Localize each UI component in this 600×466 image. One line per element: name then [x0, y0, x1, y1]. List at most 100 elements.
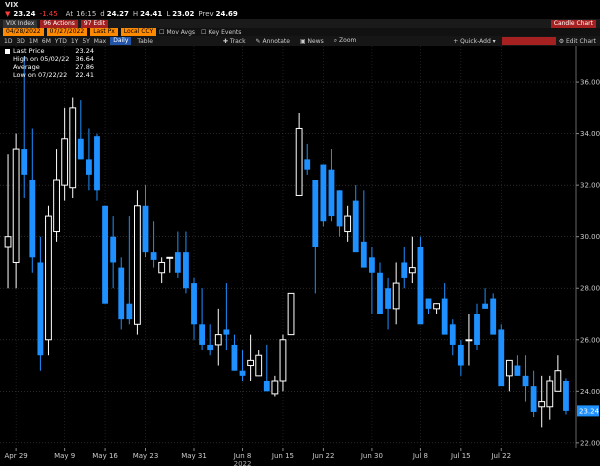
candle-body — [247, 359, 255, 367]
year-label: 2022 — [234, 460, 252, 466]
quote-header: VIX — [0, 0, 600, 9]
candle-body — [490, 298, 497, 335]
candle-body — [134, 205, 141, 325]
period-max[interactable]: Max — [94, 38, 106, 45]
chart-legend: Last Price 23.24 High on 05/02/22 36.64 … — [5, 47, 94, 79]
candle-body — [441, 298, 448, 335]
candle-body — [312, 180, 319, 247]
period-1m[interactable]: 1M — [29, 38, 38, 45]
start-date-input[interactable]: 04/28/2022 — [3, 28, 44, 36]
candle-body — [425, 298, 432, 309]
candle-body — [554, 370, 562, 392]
candle-body — [255, 354, 263, 377]
candle-body — [174, 252, 181, 273]
candle-body — [505, 359, 513, 377]
legend-value: 27.86 — [75, 63, 94, 71]
candle-body — [53, 179, 60, 233]
x-tick-label: Jun 22 — [311, 452, 334, 460]
period-ytd[interactable]: YTD — [55, 38, 67, 45]
candle-body — [37, 262, 44, 356]
candle-chart[interactable]: 22.00 24.00 26.00 28.00 30.00 32.00 34.00 36.00… — [0, 46, 600, 466]
x-tick-label: Jul 8 — [412, 452, 428, 460]
candle-body — [287, 292, 295, 336]
quote-time: 16:15 — [76, 10, 97, 18]
candle-body — [77, 138, 84, 160]
candle-body — [563, 381, 569, 411]
zoom-tool[interactable]: ⌕ Zoom — [334, 37, 357, 45]
x-tick-label: Jun 30 — [360, 452, 383, 460]
candle-body — [377, 272, 383, 314]
candle-body — [530, 386, 537, 412]
candle-body — [385, 288, 391, 309]
period-1y[interactable]: 1Y — [71, 38, 78, 45]
candle-body — [304, 159, 311, 170]
period-3d[interactable]: 3D — [16, 38, 24, 45]
period-daily[interactable]: Daily — [110, 37, 132, 45]
legend-swatch — [5, 57, 10, 62]
candle-body — [231, 344, 238, 371]
low-value: 23.02 — [172, 10, 195, 18]
candle-body — [279, 339, 287, 382]
quick-add-button[interactable]: + Quick-Add ▾ — [453, 38, 495, 45]
table-toggle[interactable]: Table — [137, 38, 153, 45]
candle-body — [546, 380, 554, 408]
candle-body — [207, 344, 214, 351]
high-value: 24.41 — [140, 10, 163, 18]
candle-body — [118, 267, 125, 320]
field-select[interactable]: Last Px — [90, 28, 118, 36]
period-5y[interactable]: 5Y — [82, 38, 89, 45]
candle-body — [45, 215, 52, 341]
actions-menu[interactable]: 96 Actions — [40, 19, 78, 28]
candle-body — [368, 257, 375, 273]
annotate-tool[interactable]: ✎ Annotate — [256, 38, 290, 45]
candle-body — [401, 262, 408, 278]
security-field[interactable]: VIX Index — [3, 19, 38, 28]
legend-label: High on 05/02/22 — [13, 55, 70, 63]
candle-body — [474, 314, 480, 345]
currency-select[interactable]: Local CCY — [120, 28, 157, 36]
y-tick-label: 34.00 — [580, 130, 600, 138]
candle-body — [344, 215, 352, 233]
period-6m[interactable]: 6M — [42, 38, 51, 45]
direction-icon: ▼ — [5, 10, 11, 18]
candle-body — [85, 159, 92, 175]
candle-body — [522, 375, 529, 387]
legend-label: Last Price — [13, 47, 45, 55]
ticker: VIX — [5, 0, 19, 9]
end-date-input[interactable]: 07/27/2022 — [46, 28, 88, 36]
x-tick-label: Jul 22 — [490, 452, 511, 460]
edit-menu[interactable]: 97 Edit — [80, 19, 109, 28]
open-label: d — [100, 10, 105, 18]
candle-body — [110, 236, 117, 263]
track-tool[interactable]: ✚ Track — [223, 38, 246, 45]
open-value: 24.27 — [106, 10, 129, 18]
legend-swatch — [5, 73, 10, 78]
candle-body — [271, 380, 279, 395]
candle-body — [126, 303, 133, 320]
candle-body — [482, 303, 489, 309]
candle-body — [295, 127, 303, 196]
news-tool[interactable]: ▣ News — [300, 38, 324, 45]
y-tick-label: 24.00 — [580, 388, 600, 396]
candle-body — [166, 256, 174, 259]
last-price-marker-label: 23.24 — [579, 407, 600, 415]
period-1d[interactable]: 1D — [4, 38, 12, 45]
net-change: -1.45 — [39, 10, 58, 18]
key-events-toggle[interactable]: ☐ Key Events — [201, 29, 241, 36]
x-tick-label: May 9 — [54, 452, 75, 460]
x-tick-label: May 16 — [92, 452, 118, 460]
legend-value: 36.64 — [75, 55, 94, 63]
legend-swatch — [5, 48, 10, 54]
edit-chart-button[interactable]: ⚙ Edit Chart — [559, 38, 596, 45]
x-tick-label: Jun 8 — [233, 452, 252, 460]
y-tick-label: 36.00 — [580, 79, 600, 87]
quick-add-field[interactable] — [501, 37, 556, 45]
security-bar: VIX Index 96 Actions 97 Edit Candle Char… — [0, 19, 600, 28]
prev-label: Prev — [198, 10, 214, 18]
candle-body — [102, 205, 108, 304]
candle-body — [392, 282, 400, 310]
x-tick-label: May 23 — [133, 452, 159, 460]
mov-avgs-toggle[interactable]: ☐ Mov Avgs — [159, 29, 195, 36]
legend-last-price: Last Price 23.24 — [5, 47, 94, 55]
candle-body — [199, 324, 206, 345]
